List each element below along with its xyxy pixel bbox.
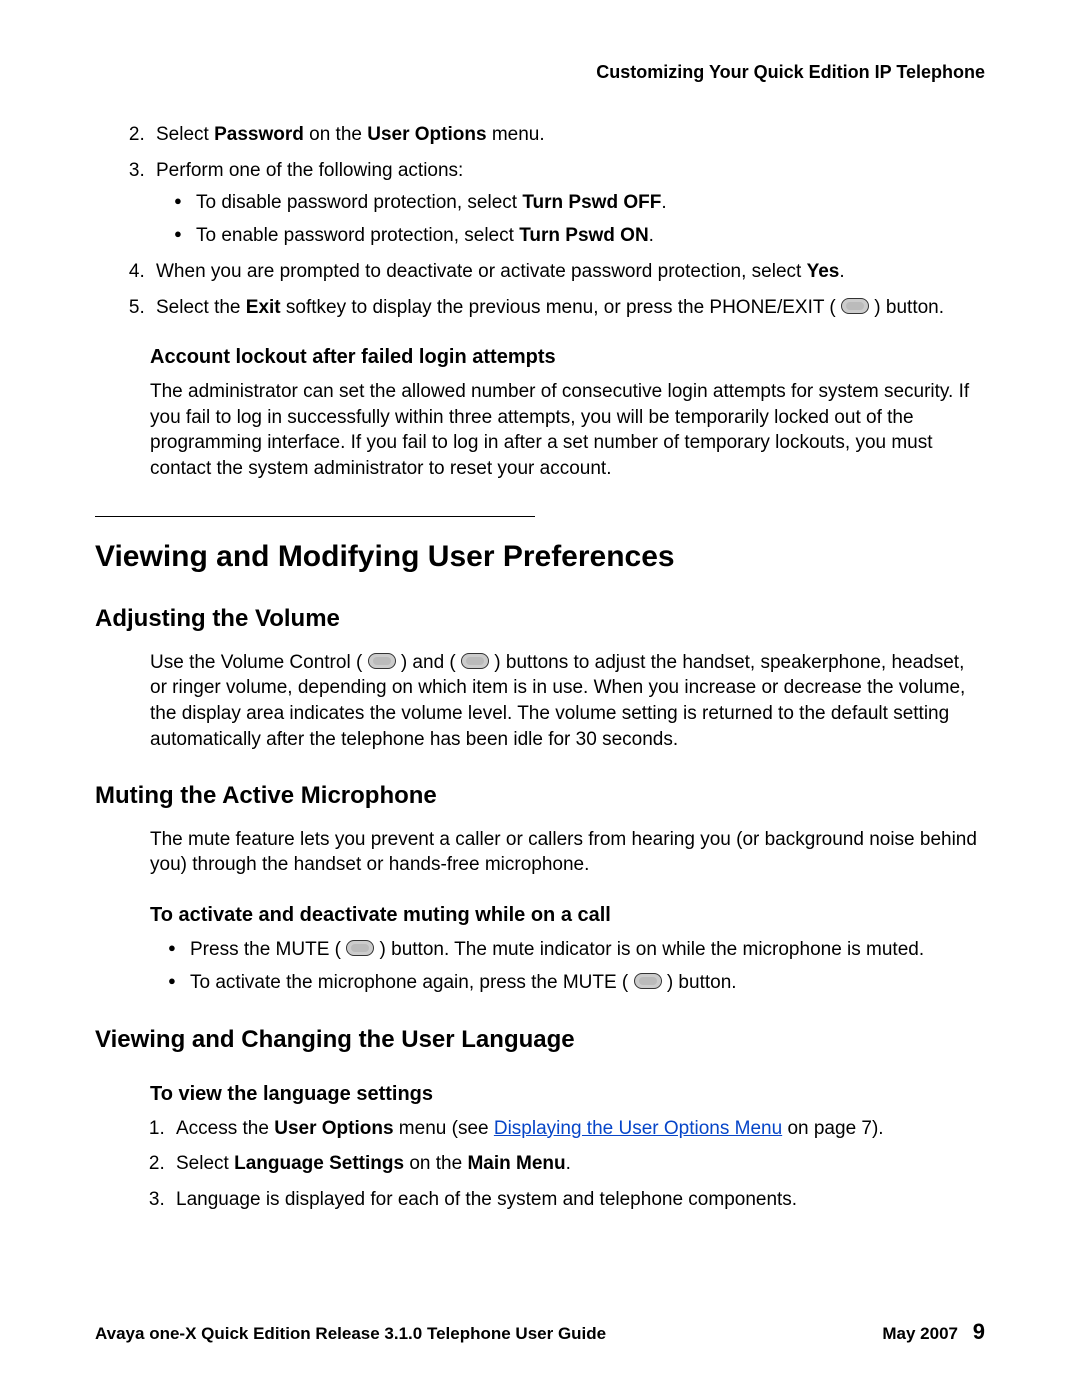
- mute-subheading: To activate and deactivate muting while …: [150, 902, 985, 929]
- phone-exit-button-icon: [841, 298, 869, 314]
- step-3-bullet-2: To enable password protection, select Tu…: [174, 223, 985, 249]
- page-footer: Avaya one-X Quick Edition Release 3.1.0 …: [95, 1317, 985, 1347]
- password-steps: Select Password on the User Options menu…: [150, 122, 985, 320]
- volume-paragraph: Use the Volume Control ( ) and ( ) butto…: [150, 650, 985, 753]
- document-page: Customizing Your Quick Edition IP Teleph…: [0, 0, 1080, 1397]
- lockout-paragraph: The administrator can set the allowed nu…: [150, 379, 985, 482]
- step-3: Perform one of the following actions: To…: [150, 158, 985, 249]
- language-subheading: To view the language settings: [150, 1081, 985, 1108]
- mute-heading: Muting the Active Microphone: [95, 780, 985, 812]
- mute-paragraph: The mute feature lets you prevent a call…: [150, 827, 985, 878]
- mute-bullet-1: Press the MUTE ( ) button. The mute indi…: [168, 937, 985, 963]
- step-4: When you are prompted to deactivate or a…: [150, 259, 985, 285]
- volume-down-button-icon: [368, 653, 396, 669]
- running-header: Customizing Your Quick Edition IP Teleph…: [95, 60, 985, 84]
- footer-doc-title: Avaya one-X Quick Edition Release 3.1.0 …: [95, 1323, 606, 1346]
- lockout-heading: Account lockout after failed login attem…: [150, 344, 985, 371]
- lang-step-3: Language is displayed for each of the sy…: [170, 1187, 985, 1213]
- step-3-bullet-1: To disable password protection, select T…: [174, 190, 985, 216]
- mute-bullet-2: To activate the microphone again, press …: [168, 970, 985, 996]
- step-5: Select the Exit softkey to display the p…: [150, 295, 985, 321]
- volume-heading: Adjusting the Volume: [95, 603, 985, 635]
- footer-date: May 2007: [882, 1324, 958, 1343]
- section-title: Viewing and Modifying User Preferences: [95, 537, 985, 578]
- user-options-menu-link[interactable]: Displaying the User Options Menu: [494, 1118, 782, 1139]
- page-number: 9: [973, 1319, 985, 1344]
- lang-step-2: Select Language Settings on the Main Men…: [170, 1151, 985, 1177]
- mute-button-icon: [346, 940, 374, 956]
- lang-step-1: Access the User Options menu (see Displa…: [170, 1116, 985, 1142]
- language-heading: Viewing and Changing the User Language: [95, 1024, 985, 1056]
- volume-up-button-icon: [461, 653, 489, 669]
- step-2: Select Password on the User Options menu…: [150, 122, 985, 148]
- footer-right: May 2007 9: [882, 1317, 985, 1347]
- mute-button-icon: [634, 973, 662, 989]
- section-divider: [95, 516, 535, 517]
